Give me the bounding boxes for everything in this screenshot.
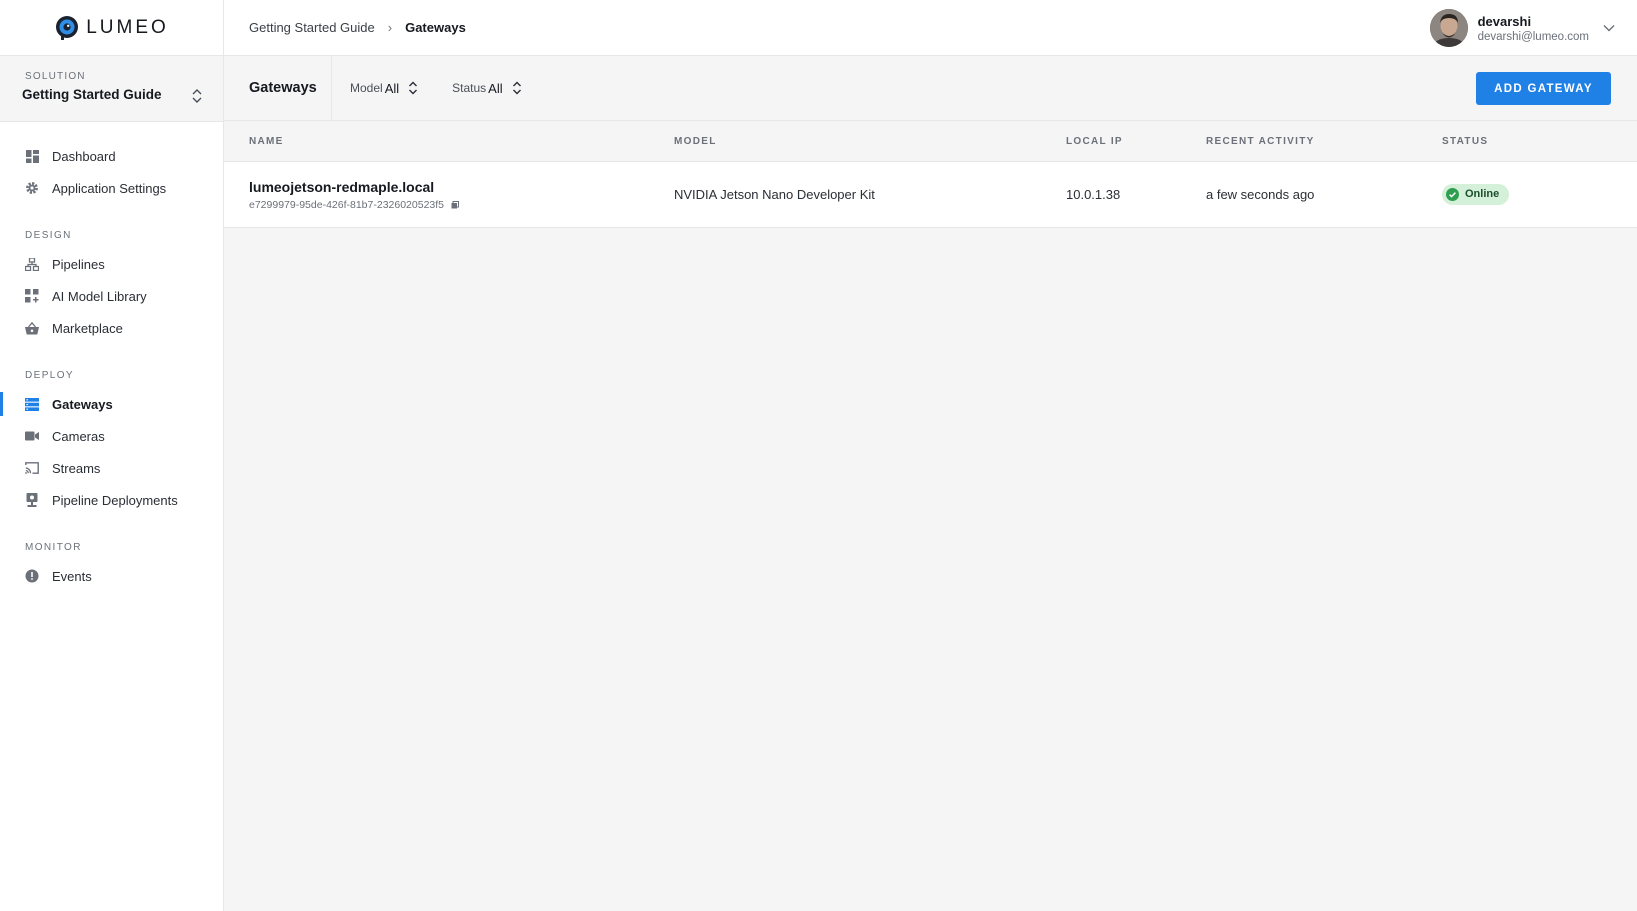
status-filter-value: All bbox=[488, 80, 503, 96]
nav-heading-deploy: DEPLOY bbox=[25, 370, 74, 381]
brand-name: LUMEO bbox=[86, 16, 169, 38]
nav-section-monitor: MONITOR Events bbox=[0, 540, 223, 592]
nav-section-deploy: DEPLOY Gateways Cameras Streams Pipeline… bbox=[0, 368, 223, 516]
status-badge-label: Online bbox=[1465, 188, 1500, 200]
nav-heading-monitor: MONITOR bbox=[25, 542, 82, 553]
breadcrumb-current: Gateways bbox=[405, 20, 466, 35]
sidebar-item-label: Gateways bbox=[52, 396, 113, 412]
column-header-name[interactable]: NAME bbox=[224, 136, 674, 147]
nav-section-design: DESIGN Pipelines AI Model Library Market… bbox=[0, 228, 223, 344]
gear-icon bbox=[25, 181, 39, 195]
user-menu[interactable]: devarshi devarshi@lumeo.com bbox=[1429, 9, 1615, 47]
breadcrumb: Getting Started Guide › Gateways bbox=[224, 20, 466, 35]
sidebar-item-label: Marketplace bbox=[52, 320, 123, 336]
model-filter[interactable]: Model All bbox=[350, 80, 418, 96]
status-badge: Online bbox=[1442, 183, 1510, 205]
solution-selector[interactable]: SOLUTION Getting Started Guide bbox=[0, 56, 223, 122]
copy-icon[interactable] bbox=[451, 200, 460, 209]
gateway-icon bbox=[25, 397, 39, 411]
solution-value: Getting Started Guide bbox=[22, 87, 162, 102]
gateway-name[interactable]: lumeojetson-redmaple.local bbox=[249, 179, 674, 195]
cast-icon bbox=[25, 461, 39, 475]
sidebar-item-gateways[interactable]: Gateways bbox=[0, 388, 223, 420]
avatar bbox=[1429, 9, 1468, 47]
gateways-toolbar: Gateways Model All Status All ADD GATEWA… bbox=[224, 55, 1637, 121]
column-header-status[interactable]: STATUS bbox=[1442, 136, 1637, 147]
sidebar-item-dashboard[interactable]: Dashboard bbox=[0, 140, 223, 172]
breadcrumb-solution-link[interactable]: Getting Started Guide bbox=[249, 20, 375, 35]
sidebar-item-events[interactable]: Events bbox=[0, 560, 223, 592]
sidebar-item-label: Dashboard bbox=[52, 148, 116, 164]
chevron-down-icon bbox=[1603, 25, 1615, 32]
column-header-recent-activity[interactable]: RECENT ACTIVITY bbox=[1206, 136, 1442, 147]
deployment-icon bbox=[25, 493, 39, 507]
table-header: NAME MODEL LOCAL IP RECENT ACTIVITY STAT… bbox=[224, 121, 1637, 162]
column-header-local-ip[interactable]: LOCAL IP bbox=[1066, 136, 1206, 147]
basket-icon bbox=[25, 321, 39, 335]
sidebar: LUMEO SOLUTION Getting Started Guide Das… bbox=[0, 0, 224, 911]
sidebar-item-pipelines[interactable]: Pipelines bbox=[0, 248, 223, 280]
status-filter[interactable]: Status All bbox=[452, 80, 521, 96]
logo[interactable]: LUMEO bbox=[0, 0, 223, 56]
sidebar-item-label: AI Model Library bbox=[52, 288, 147, 304]
user-info: devarshi devarshi@lumeo.com bbox=[1478, 14, 1589, 43]
gateway-local-ip: 10.0.1.38 bbox=[1066, 187, 1121, 202]
gateway-id-wrap: e7299979-95de-426f-81b7-2326020523f5 bbox=[249, 199, 674, 211]
gateways-table: NAME MODEL LOCAL IP RECENT ACTIVITY STAT… bbox=[224, 121, 1637, 228]
alert-circle-icon bbox=[25, 569, 39, 583]
unfold-chevron-icon bbox=[512, 81, 521, 95]
pipelines-icon bbox=[25, 257, 39, 271]
camera-icon bbox=[25, 429, 39, 443]
sidebar-item-label: Events bbox=[52, 568, 92, 584]
sidebar-item-pipeline-deployments[interactable]: Pipeline Deployments bbox=[0, 484, 223, 516]
add-gateway-button[interactable]: ADD GATEWAY bbox=[1476, 72, 1611, 105]
model-filter-label: Model bbox=[350, 81, 383, 95]
sidebar-item-label: Cameras bbox=[52, 428, 105, 444]
unfold-chevron-icon bbox=[409, 81, 418, 95]
solution-label: SOLUTION bbox=[25, 71, 86, 82]
nav-section-main: Dashboard Application Settings bbox=[0, 140, 223, 204]
sidebar-item-marketplace[interactable]: Marketplace bbox=[0, 312, 223, 344]
page-title: Gateways bbox=[224, 55, 332, 121]
model-library-icon bbox=[25, 289, 39, 303]
gateway-name-cell: lumeojetson-redmaple.local e7299979-95de… bbox=[224, 179, 674, 211]
column-header-model[interactable]: MODEL bbox=[674, 136, 1066, 147]
user-email: devarshi@lumeo.com bbox=[1477, 30, 1589, 43]
lumeo-logo-icon bbox=[56, 15, 79, 40]
check-circle-icon bbox=[1446, 187, 1459, 201]
table-row[interactable]: lumeojetson-redmaple.local e7299979-95de… bbox=[224, 162, 1637, 228]
gateway-status-cell: Online bbox=[1442, 183, 1637, 206]
sidebar-item-cameras[interactable]: Cameras bbox=[0, 420, 223, 452]
dashboard-icon bbox=[25, 149, 39, 163]
gateway-model: NVIDIA Jetson Nano Developer Kit bbox=[674, 187, 875, 202]
nav-heading-design: DESIGN bbox=[25, 230, 72, 241]
unfold-chevron-icon bbox=[192, 89, 202, 103]
sidebar-item-ai-model-library[interactable]: AI Model Library bbox=[0, 280, 223, 312]
sidebar-item-label: Pipelines bbox=[52, 256, 105, 272]
status-filter-label: Status bbox=[452, 81, 487, 95]
gateway-recent-activity: a few seconds ago bbox=[1206, 187, 1315, 202]
chevron-right-icon: › bbox=[387, 20, 393, 35]
sidebar-item-label: Application Settings bbox=[52, 180, 167, 196]
top-bar: Getting Started Guide › Gateways devarsh… bbox=[224, 0, 1637, 56]
main-content: Gateways Model All Status All ADD GATEWA… bbox=[224, 55, 1637, 911]
gateway-id: e7299979-95de-426f-81b7-2326020523f5 bbox=[249, 198, 445, 211]
model-filter-value: All bbox=[384, 80, 400, 96]
sidebar-item-label: Streams bbox=[52, 460, 101, 476]
user-name: devarshi bbox=[1477, 13, 1532, 29]
sidebar-item-application-settings[interactable]: Application Settings bbox=[0, 172, 223, 204]
sidebar-item-streams[interactable]: Streams bbox=[0, 452, 223, 484]
sidebar-item-label: Pipeline Deployments bbox=[52, 492, 178, 508]
